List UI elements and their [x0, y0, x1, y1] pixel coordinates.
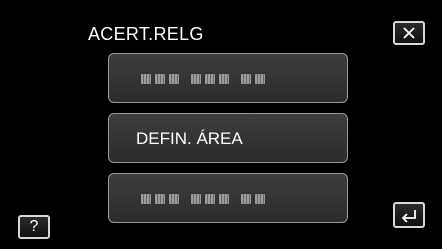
option-button-define-area[interactable]: DEFIN. ÁREA [108, 113, 348, 163]
close-button[interactable] [393, 21, 425, 45]
option-button-1[interactable] [108, 53, 348, 103]
obscured-text-icon [141, 193, 269, 205]
help-label: ? [29, 218, 39, 235]
return-arrow-icon [401, 210, 416, 223]
close-icon [403, 27, 415, 39]
obscured-text-icon [141, 73, 269, 85]
help-button[interactable]: ? [18, 215, 50, 239]
back-button[interactable] [393, 202, 425, 228]
option-button-3[interactable] [108, 173, 348, 223]
screen-title: ACERT.RELG [88, 24, 204, 44]
option-label: DEFIN. ÁREA [136, 129, 243, 148]
